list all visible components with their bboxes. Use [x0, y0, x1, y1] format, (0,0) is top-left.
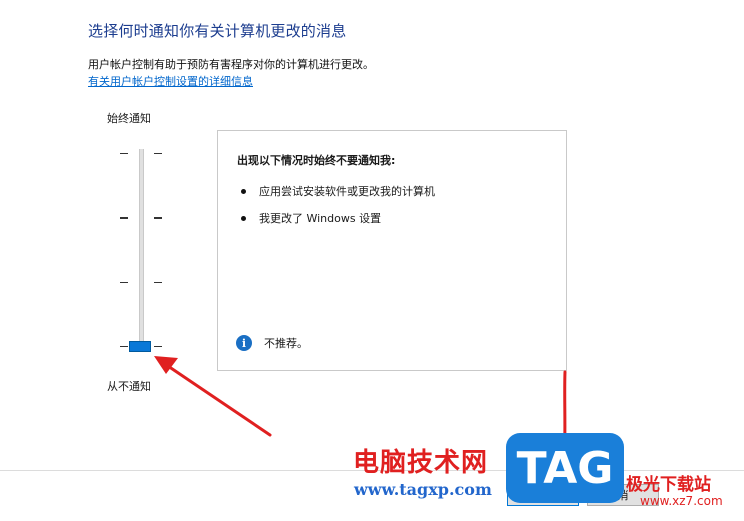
bullet-icon [241, 188, 246, 194]
watermark-url: www.tagxp.com [354, 480, 492, 499]
bullet-icon [241, 215, 246, 221]
watermark-site-url: www.xz7.com [640, 494, 723, 508]
info-text: 不推荐。 [264, 337, 308, 350]
panel-heading: 出现以下情况时始终不要通知我: [237, 154, 396, 167]
slider-tick [154, 282, 162, 283]
list-item: 我更改了 Windows 设置 [241, 210, 381, 226]
description-panel: 出现以下情况时始终不要通知我: 应用尝试安装软件或更改我的计算机 我更改了 Wi… [217, 130, 567, 371]
watermark-title: 电脑技术网 [353, 448, 489, 478]
slider-tick [154, 153, 162, 154]
info-icon: i [236, 335, 252, 351]
slider-tick [120, 153, 128, 154]
watermark-logo: TAG [506, 433, 624, 503]
slider-tick [120, 346, 128, 347]
info-note: i 不推荐。 [236, 335, 308, 351]
list-item: 应用尝试安装软件或更改我的计算机 [241, 183, 435, 199]
slider-tick [154, 346, 162, 347]
slider-track[interactable] [139, 149, 144, 349]
slider-tick [120, 282, 128, 283]
slider-tick [120, 217, 128, 219]
list-item-text: 我更改了 Windows 设置 [259, 212, 382, 225]
slider-top-label: 始终通知 [107, 112, 151, 125]
page-description: 用户帐户控制有助于预防有害程序对你的计算机进行更改。 [88, 58, 374, 71]
slider-tick [154, 217, 162, 219]
uac-details-link[interactable]: 有关用户帐户控制设置的详细信息 [88, 73, 253, 89]
watermark-site-name: 极光下载站 [626, 475, 711, 495]
slider-bottom-label: 从不通知 [107, 380, 151, 393]
list-item-text: 应用尝试安装软件或更改我的计算机 [259, 185, 435, 198]
slider-thumb[interactable] [129, 341, 151, 352]
page-title: 选择何时通知你有关计算机更改的消息 [88, 22, 347, 40]
